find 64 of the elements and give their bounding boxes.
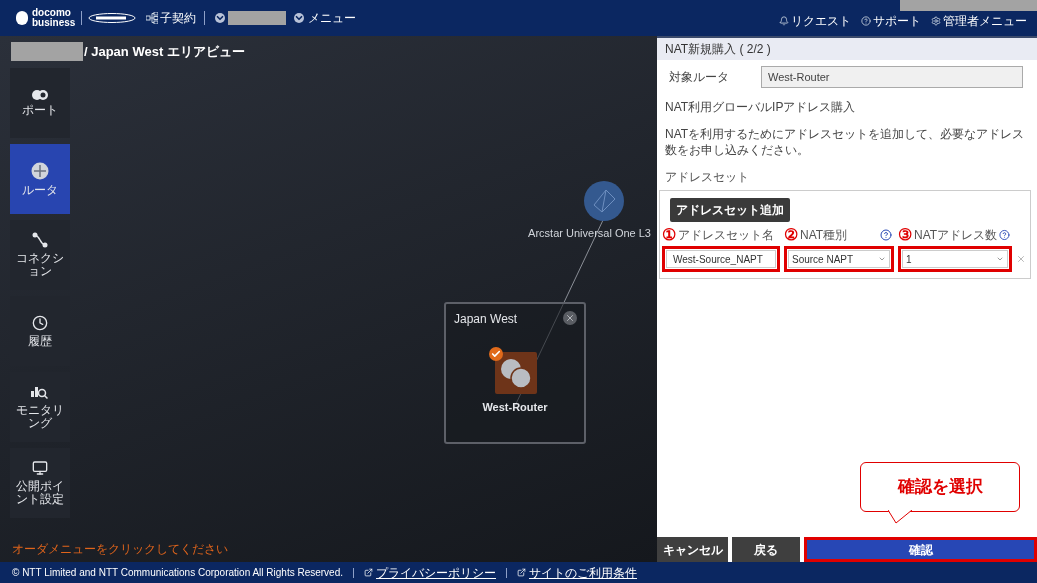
breadcrumb: / Japan West エリアビュー [84, 43, 245, 61]
name-field[interactable]: West-Source_NAPT [666, 250, 776, 268]
external-link-icon [364, 568, 373, 577]
sidebar-item[interactable]: ポート [10, 68, 70, 138]
area-title: Japan West [454, 311, 518, 328]
panel-title: NAT新規購入 ( 2/2 ) [665, 41, 771, 58]
node-label: Arcstar Universal One L3 [528, 226, 651, 241]
hint-text: オーダメニューをクリックしてください [12, 541, 228, 558]
annotation-number: ③ [898, 227, 912, 243]
redaction-block [11, 42, 83, 62]
section-label: アドレスセット [664, 169, 750, 186]
footer-button[interactable]: キャンセル [657, 537, 728, 562]
copyright: © NTT Limited and NTT Communications Corporation All Rights Reserved. [12, 566, 343, 580]
bell-icon [779, 16, 789, 26]
footer-link[interactable]: プライバシーポリシー [376, 563, 496, 582]
column-label: NATアドレス数 [914, 227, 998, 244]
tree-icon [146, 12, 159, 24]
dropdown-icon[interactable] [294, 13, 305, 23]
column-label: アドレスセット名 [678, 227, 774, 244]
history-icon [32, 314, 48, 331]
header-link[interactable]: サポート [873, 14, 921, 28]
section-title: NAT利用グローバルIPアドレス購入 [664, 99, 857, 116]
chevron-down-icon [996, 255, 1004, 263]
redaction-block [228, 11, 287, 25]
footer-link[interactable]: サイトのご利用条件 [529, 563, 637, 582]
logo-icon [16, 11, 28, 25]
annotation-number: ① [662, 227, 676, 243]
monitor-icon [32, 460, 48, 476]
description: NATを利用するためにアドレスセットを追加して、必要なアドレス数をお申し込みください。 [664, 126, 1026, 158]
close-icon[interactable] [563, 311, 577, 325]
add-address-set-button[interactable]: アドレスセット追加 [670, 198, 790, 222]
settings-icon [931, 16, 941, 26]
brand-text: business [32, 18, 76, 28]
nav-link[interactable]: 子契約 [160, 9, 197, 27]
menu-link[interactable]: メニュー [308, 9, 357, 27]
help-icon[interactable] [880, 229, 892, 241]
toggle-icon [32, 89, 48, 100]
callout-tail [888, 510, 912, 524]
target-router-field: West-Router [761, 66, 1023, 88]
callout-bubble: 確認を選択 [860, 462, 1020, 512]
field-label: 対象ルータ [669, 69, 730, 86]
chart-search-icon [31, 384, 49, 400]
column-label: NAT種別 [800, 227, 848, 244]
router-node-icon[interactable] [495, 352, 537, 394]
connection-icon [32, 232, 48, 248]
footer-button[interactable]: 確認 [804, 537, 1037, 562]
company-logo-icon [88, 13, 137, 23]
chevron-down-icon [878, 255, 886, 263]
router-icon [31, 161, 49, 180]
help-icon[interactable] [999, 229, 1010, 241]
help-icon [861, 16, 871, 26]
external-link-icon [517, 568, 526, 577]
nat-type-select[interactable]: Source NAPT [788, 250, 890, 268]
router-label: West-Router [481, 400, 549, 415]
header-link[interactable]: リクエスト [791, 14, 851, 28]
sidebar-item[interactable]: ルータ [10, 144, 70, 214]
network-globe-icon[interactable] [584, 181, 624, 221]
annotation-number: ② [784, 227, 798, 243]
footer-button[interactable]: 戻る [732, 537, 800, 562]
address-count-select[interactable]: 1 [902, 250, 1008, 268]
header-link[interactable]: 管理者メニュー [943, 14, 1027, 28]
sidebar-item[interactable]: 公開ポイント設定 [10, 448, 70, 518]
dropdown-icon[interactable] [215, 13, 226, 23]
brand-text: docomo [32, 8, 72, 18]
